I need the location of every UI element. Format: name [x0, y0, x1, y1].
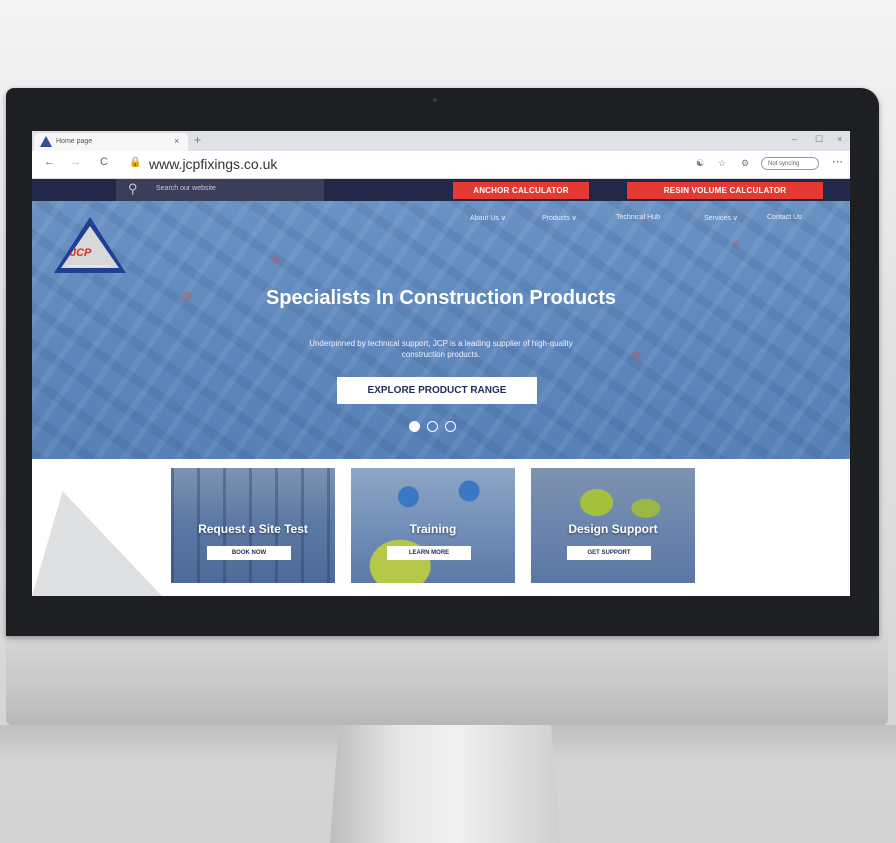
resin-volume-calculator-button[interactable]: RESIN VOLUME CALCULATOR [627, 182, 823, 199]
site-utility-bar: ⚲ Search our website ANCHOR CALCULATOR R… [32, 179, 850, 201]
hero-decoration [272, 256, 280, 264]
card-training[interactable]: Training LEARN MORE [351, 468, 515, 583]
logo-subtitle: CONSTRUCTION PRODUCTS [68, 264, 110, 268]
monitor-chin [6, 622, 888, 725]
anchor-calculator-button[interactable]: ANCHOR CALCULATOR [453, 182, 589, 199]
decorative-triangle [32, 459, 72, 596]
hero-subtitle: Underpinned by technical support, JCP is… [236, 338, 646, 360]
hero-title: Specialists In Construction Products [265, 287, 617, 309]
browser-address-bar: ← → C 🔒 www.jcpfixings.co.uk ☯ ☆ ⚙ Not s… [32, 151, 850, 179]
maximize-icon[interactable]: ☐ [815, 134, 823, 145]
learn-more-button[interactable]: LEARN MORE [387, 546, 471, 560]
nav-technical-hub[interactable]: Technical Hub [616, 214, 660, 221]
minimize-icon[interactable]: – [792, 134, 797, 144]
site-search-box[interactable] [116, 179, 324, 201]
logo-text: JCP [70, 247, 92, 259]
new-tab-icon[interactable]: + [194, 133, 201, 147]
card-title: Request a Site Test [198, 522, 308, 536]
card-title: Design Support [568, 522, 658, 536]
favorite-star-icon[interactable]: ☆ [718, 158, 726, 169]
feature-cards-section: Request a Site Test BOOK NOW Training LE… [32, 459, 850, 596]
carousel-dot-active[interactable] [409, 421, 420, 432]
jcp-favicon-icon [40, 136, 52, 147]
nav-products[interactable]: Products ∨ [542, 214, 577, 222]
browser-tab-bar: Home page × + – ☐ × [32, 131, 850, 151]
nav-about-us[interactable]: About Us ∨ [470, 214, 506, 222]
hero-subtitle-line2: construction products. [401, 350, 481, 359]
hero-decoration [732, 241, 739, 248]
camera-dot [433, 98, 437, 102]
read-aloud-icon[interactable]: ☯ [696, 158, 704, 169]
carousel-dot[interactable] [445, 421, 456, 432]
nav-services[interactable]: Services ∨ [704, 214, 738, 222]
nav-contact-us[interactable]: Contact Us [767, 214, 802, 221]
card-site-test[interactable]: Request a Site Test BOOK NOW [171, 468, 335, 583]
forward-icon[interactable]: → [70, 156, 81, 168]
carousel-dot[interactable] [427, 421, 438, 432]
reload-icon[interactable]: C [100, 156, 108, 168]
back-icon[interactable]: ← [44, 156, 55, 168]
search-input[interactable]: Search our website [156, 185, 216, 192]
hero-banner: JCP CONSTRUCTION PRODUCTS About Us ∨ Pro… [32, 201, 850, 459]
card-design-support[interactable]: Design Support GET SUPPORT [531, 468, 695, 583]
get-support-button[interactable]: GET SUPPORT [567, 546, 651, 560]
monitor-screen: Home page × + – ☐ × ← → C 🔒 www.jcpfixin… [32, 131, 850, 596]
profile-button[interactable]: Not syncing [761, 157, 819, 170]
close-window-icon[interactable]: × [837, 134, 842, 144]
url-field[interactable]: www.jcpfixings.co.uk [149, 156, 277, 172]
tab-title: Home page [56, 138, 93, 145]
monitor-stand [330, 722, 560, 843]
more-menu-icon[interactable]: ⋯ [832, 155, 843, 168]
extensions-icon[interactable]: ⚙ [741, 158, 749, 169]
card-title: Training [409, 522, 457, 536]
search-icon[interactable]: ⚲ [128, 181, 138, 197]
hero-subtitle-line1: Underpinned by technical support, JCP is… [309, 339, 573, 348]
book-now-button[interactable]: BOOK NOW [207, 546, 291, 560]
lock-icon: 🔒 [129, 157, 142, 168]
explore-product-range-button[interactable]: EXPLORE PRODUCT RANGE [337, 377, 537, 404]
browser-tab[interactable]: Home page × [34, 133, 188, 151]
tab-close-icon[interactable]: × [174, 136, 179, 146]
